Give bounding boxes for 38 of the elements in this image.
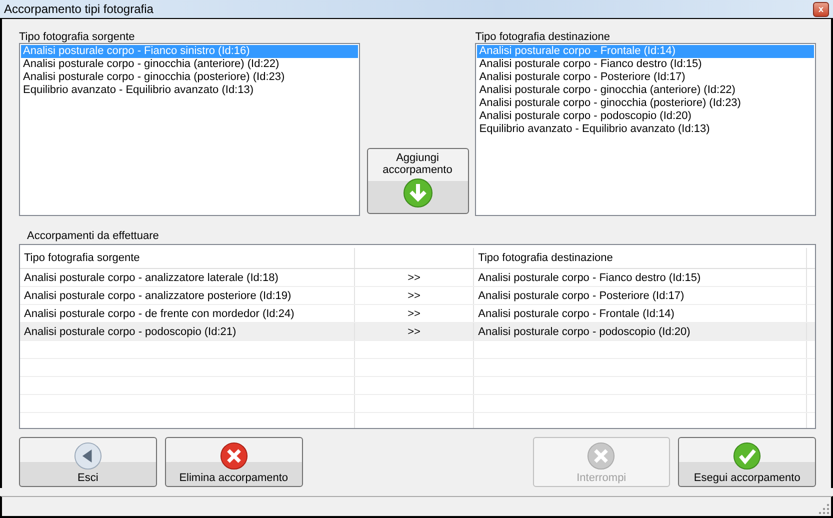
resize-grip-icon: [819, 504, 829, 514]
table-cell: Analisi posturale corpo - analizzatore posteriore (Id:19): [24, 290, 292, 302]
cancel-icon: [587, 442, 616, 470]
list-item[interactable]: Analisi posturale corpo - podoscopio (Id:20): [477, 110, 814, 123]
cancel-icon: [220, 442, 248, 470]
list-label: Tipo fotografia sorgente: [19, 31, 136, 43]
table-cell: Analisi posturale corpo - de frente con mordedor (Id:24): [24, 308, 294, 320]
list-item[interactable]: Analisi posturale corpo - Fianco destro (Id:15): [477, 58, 814, 71]
list-item[interactable]: Equilibrio avanzato - Equilibrio avanzato (Id:13): [477, 123, 814, 136]
list-item[interactable]: Analisi posturale corpo - Posteriore (Id:17): [477, 71, 814, 84]
action-button[interactable]: Esegui accorpamento: [678, 437, 816, 487]
list-item[interactable]: Analisi posturale corpo - ginocchia (posteriore) (Id:23): [477, 97, 814, 110]
table-cell: Analisi posturale corpo - Fianco destro (Id:15): [478, 272, 701, 284]
list-item[interactable]: Equilibrio avanzato - Equilibrio avanzato (Id:13): [21, 84, 358, 97]
grid-label: Accorpamenti da effettuare: [27, 230, 160, 242]
list-item[interactable]: Analisi posturale corpo - ginocchia (anteriore) (Id:22): [21, 58, 358, 71]
table-cell: Analisi posturale corpo - Frontale (Id:14): [478, 308, 674, 320]
table-cell: Analisi posturale corpo - analizzatore laterale (Id:18): [24, 272, 278, 284]
add-button[interactable]: Aggiungi accorpamento: [366, 148, 468, 214]
action-button[interactable]: Elimina accorpamento: [164, 437, 302, 487]
list-item[interactable]: Analisi posturale corpo - ginocchia (posteriore) (Id:23): [21, 71, 358, 84]
table-cell: Analisi posturale corpo - podoscopio (Id:21): [24, 326, 236, 338]
column-header[interactable]: Tipo fotografia sorgente: [20, 248, 355, 268]
table-cell: >>: [408, 272, 420, 284]
list-label: Tipo fotografia destinazione: [475, 31, 612, 43]
table-cell: Analisi posturale corpo - podoscopio (Id:20): [478, 326, 690, 338]
grid-row[interactable]: Analisi posturale corpo - analizzatore laterale (Id:18) >> Analisi posturale corpo - Fianco destro (Id:15): [20, 269, 815, 287]
list-item[interactable]: Analisi posturale corpo - ginocchia (anteriore) (Id:22): [477, 84, 814, 97]
grid-row[interactable]: Analisi posturale corpo - podoscopio (Id:21) >> Analisi posturale corpo - podoscopio (Id:20): [20, 323, 815, 341]
window-title: Accorpamento tipi fotografia: [4, 2, 154, 16]
checkmark-icon: [733, 442, 762, 470]
grid-row[interactable]: Analisi posturale corpo - analizzatore posteriore (Id:19) >> Analisi posturale corpo - Posteriore (Id:17): [20, 287, 815, 305]
action-button[interactable]: Esci: [19, 437, 157, 487]
table-cell: >>: [408, 290, 420, 302]
table-cell: >>: [408, 308, 420, 320]
column-header[interactable]: Tipo fotografia destinazione: [474, 248, 808, 268]
table-cell: Analisi posturale corpo - Posteriore (Id:17): [478, 290, 684, 302]
table-cell: >>: [408, 326, 420, 338]
